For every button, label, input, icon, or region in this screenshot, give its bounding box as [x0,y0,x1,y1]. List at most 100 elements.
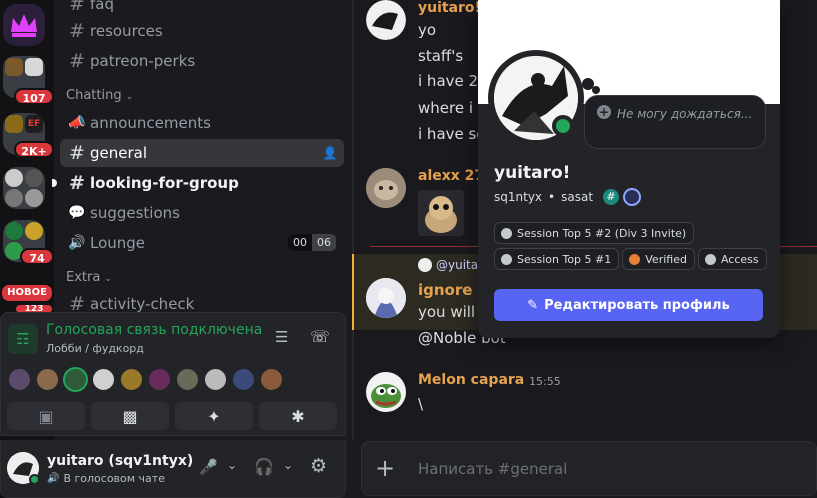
avatar[interactable] [366,372,406,412]
channel-suggestions[interactable]: 💬 suggestions [60,199,344,227]
avatar[interactable] [366,0,406,40]
reply-reference[interactable]: @yuita [418,258,478,272]
role-pill[interactable]: Session Top 5 #2 (Div 3 Invite) [494,222,695,244]
plus-icon[interactable]: + [375,454,395,482]
voice-user-count: 00 06 [288,234,336,251]
voice-connection-panel: ☶ Голосовая связь подключена Лобби / фуд… [0,312,346,436]
cat-sticker-image[interactable] [418,190,464,236]
hash-icon: # [69,50,85,72]
profile-username-row: sq1ntyx • sasat # [494,188,642,206]
voice-status: Голосовая связь подключена [46,322,263,338]
chevron-down-icon: ⌄ [104,274,113,284]
screen-share-button[interactable]: ▩ [91,402,169,430]
reply-mention: @yuita [436,258,479,272]
hash-icon: # [69,0,85,15]
category-chatting[interactable]: Chatting ⌄ [66,88,133,103]
message-input[interactable]: Написать #general [418,460,567,478]
count-current: 00 [288,234,312,251]
edit-profile-label: Редактировать профиль [544,297,730,313]
pencil-icon: ✎ [527,297,539,313]
message-author[interactable]: yuitaro! [418,0,481,16]
channel-label: suggestions [90,204,180,222]
cat-sticker-graphic [418,190,464,236]
avatar[interactable] [35,367,60,392]
online-status-dot [552,115,574,137]
message-text: i have 2x [418,72,487,90]
role-color-dot [629,253,641,265]
soundboard-icon: ✱ [291,406,305,426]
voice-icon: 🔊 [47,473,60,484]
disconnect-icon[interactable]: ☏ [310,327,330,346]
user-status-text: В голосовом чате [63,472,165,485]
server-folder-3[interactable] [3,167,45,209]
channel-label: looking-for-group [90,174,239,192]
pepe-avatar-image [366,372,406,412]
message-author[interactable]: alexx 27 [418,168,484,184]
channel-label: announcements [90,114,211,132]
role-pill[interactable]: Access [697,248,767,270]
user-name[interactable]: yuitaro (sqv1ntyx) [47,453,193,469]
role-color-dot [501,253,512,265]
mention-badge: 107 [14,88,54,105]
channel-resources[interactable]: # resources [60,17,344,45]
mention-badge: 74 [20,248,54,265]
new-badge: НОВОЕ [0,283,54,303]
avatar[interactable] [91,367,116,392]
message-text: where i c [418,99,487,117]
channel-faq[interactable]: # faq [60,0,344,18]
avatar[interactable] [175,367,200,392]
chevron-down-icon[interactable]: ⌄ [227,458,237,472]
avatar [418,258,432,272]
headphones-icon[interactable]: 🎧 [254,457,274,476]
voice-participants [7,367,284,392]
edit-profile-button[interactable]: ✎ Редактировать профиль [494,289,763,321]
category-extra[interactable]: Extra ⌄ [66,270,112,285]
activities-button[interactable]: ✦ [175,402,253,430]
avatar[interactable] [259,367,284,392]
count-limit: 06 [312,234,336,251]
channel-label: Lounge [90,234,146,252]
message-composer: + Написать #general [361,441,817,496]
signal-icon[interactable]: ☶ [8,324,38,354]
megaphone-icon: 📣 [68,115,86,131]
chevron-down-icon: ⌄ [125,92,134,102]
voice-location[interactable]: Лобби / фудкорд [46,342,144,355]
noise-suppression-icon[interactable]: ☰ [275,328,288,346]
role-pill[interactable]: Session Top 5 #1 [494,248,620,270]
add-member-icon[interactable]: 👤 [322,145,338,161]
channel-lounge[interactable]: 🔊 Lounge 00 06 [60,229,344,257]
channel-general[interactable]: # general 👤 [60,139,344,167]
channel-label: patreon-perks [90,52,196,70]
channel-patreon-perks[interactable]: # patreon-perks [60,47,344,75]
gear-icon[interactable]: ⚙ [310,455,327,477]
avatar[interactable] [203,367,228,392]
camera-off-button[interactable]: ▣ [7,402,85,430]
avatar[interactable] [147,367,172,392]
role-label: Verified [645,252,687,266]
role-color-dot [501,227,512,239]
avatar[interactable] [63,367,88,392]
hashtag-badge-icon[interactable]: # [603,189,620,205]
chevron-down-icon[interactable]: ⌄ [283,458,293,472]
channel-looking-for-group[interactable]: # looking-for-group [60,169,344,197]
channel-announcements[interactable]: 📣 announcements [60,109,344,137]
message-author[interactable]: Melon capara [418,372,524,388]
soundboard-button[interactable]: ✱ [259,402,337,430]
nitro-badge-icon[interactable] [623,188,642,206]
channel-label: faq [90,0,114,13]
custom-status-bubble[interactable]: + Не могу дождаться... [584,95,766,149]
avatar[interactable] [231,367,256,392]
screen-share-icon: ▩ [122,406,138,426]
cat-avatar-image [366,168,406,208]
avatar[interactable] [7,367,32,392]
avatar[interactable] [366,278,406,318]
server-icon-crown[interactable] [3,4,45,46]
avatar[interactable] [119,367,144,392]
forum-icon: 💬 [68,205,86,221]
avatar[interactable] [366,168,406,208]
role-color-dot [704,253,716,265]
category-label: Extra [66,270,101,285]
role-pill[interactable]: Verified [622,248,695,270]
profile-username: sq1ntyx [494,190,543,204]
microphone-icon[interactable]: 🎤 [199,458,218,476]
